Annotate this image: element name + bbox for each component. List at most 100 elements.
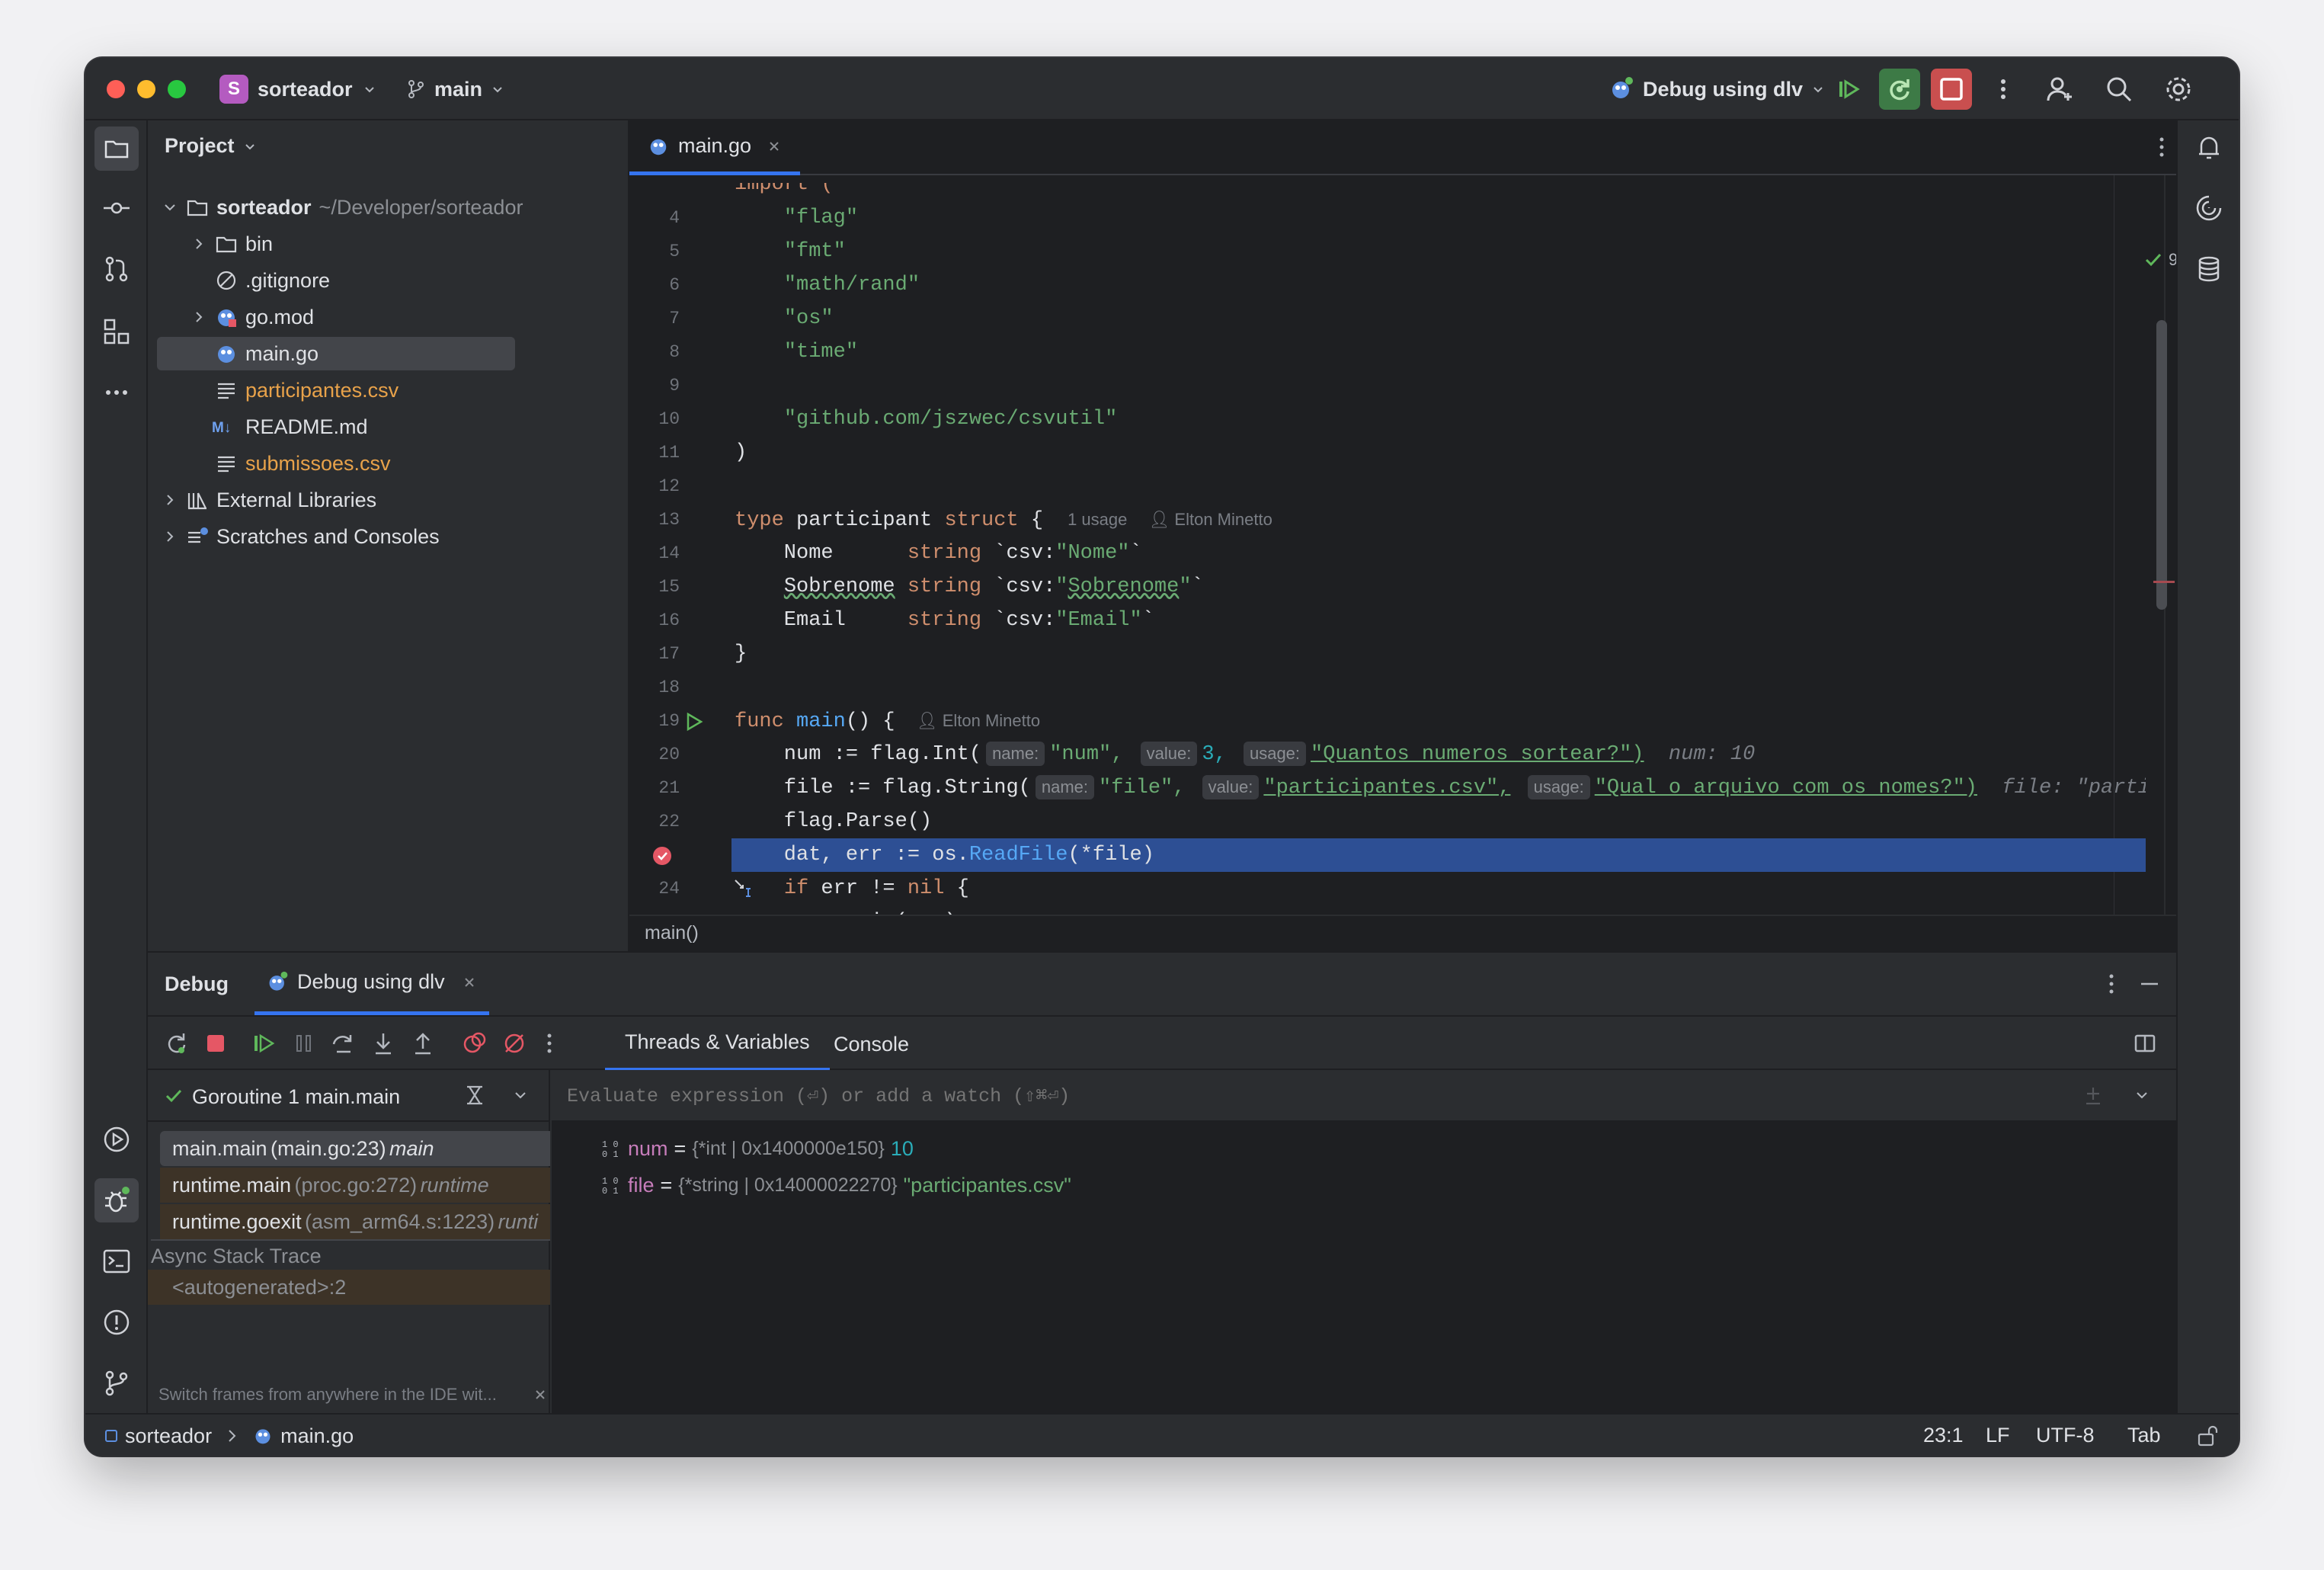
tab-threads-variables[interactable]: Threads & Variables xyxy=(605,1017,830,1072)
debug-bug-icon[interactable] xyxy=(94,1178,139,1222)
ai-assistant-icon[interactable] xyxy=(2194,194,2223,223)
stop-icon[interactable] xyxy=(1931,69,1972,110)
close-tab-icon[interactable] xyxy=(462,975,477,990)
tree-root[interactable]: sorteador ~/Developer/sorteador xyxy=(162,191,626,224)
debug-session-tab[interactable]: Debug using dlv xyxy=(254,953,489,1015)
breadcrumb-function[interactable]: main() xyxy=(645,922,699,944)
tree-item-main-go[interactable]: main.go xyxy=(157,337,515,370)
terminal-icon[interactable] xyxy=(102,1247,131,1276)
pull-requests-icon[interactable] xyxy=(102,255,131,284)
scratches-icon xyxy=(186,525,209,548)
maximize-window-button[interactable] xyxy=(168,80,186,98)
more-vertical-icon[interactable] xyxy=(2100,971,2123,997)
stop-icon[interactable] xyxy=(203,1030,229,1056)
tab-console[interactable]: Console xyxy=(818,1017,924,1072)
database-icon[interactable] xyxy=(2194,255,2223,284)
frame-row[interactable]: runtime.main (proc.go:272) runtime xyxy=(160,1168,550,1203)
close-window-button[interactable] xyxy=(107,80,125,98)
commit-icon[interactable] xyxy=(102,194,131,223)
line-number: 15 xyxy=(658,577,680,597)
run-gutter-icon[interactable] xyxy=(684,712,704,732)
author-hint[interactable]: 👤︎ Elton Minetto xyxy=(917,711,1040,730)
chevron-down-icon[interactable] xyxy=(2134,1087,2150,1104)
check-icon xyxy=(2144,251,2162,269)
close-tab-icon[interactable] xyxy=(767,139,782,154)
search-icon[interactable] xyxy=(2105,75,2134,104)
project-panel-header[interactable]: Project xyxy=(165,134,258,158)
title-bar: S sorteador main Debug using dlv xyxy=(85,58,2239,120)
frame-package: main xyxy=(389,1137,434,1160)
more-vertical-icon[interactable] xyxy=(2150,134,2173,160)
rerun-debug-icon[interactable] xyxy=(1879,69,1920,110)
status-indent[interactable]: Tab xyxy=(2127,1424,2161,1447)
breakpoint-icon[interactable] xyxy=(651,844,674,867)
tab-label: main.go xyxy=(678,134,752,157)
tree-item-external-libraries[interactable]: External Libraries xyxy=(162,483,376,517)
step-out-icon[interactable] xyxy=(410,1030,436,1056)
tab-main-go[interactable]: main.go xyxy=(629,120,801,175)
more-vertical-icon[interactable] xyxy=(1990,76,2016,102)
tree-item-readme[interactable]: M↓ README.md xyxy=(212,410,368,444)
code-line: "flag" xyxy=(783,207,859,229)
gopher-icon xyxy=(215,306,238,328)
step-over-icon[interactable] xyxy=(331,1030,357,1056)
frame-row[interactable]: main.main (main.go:23) main xyxy=(160,1131,550,1166)
minimize-panel-icon[interactable] xyxy=(2138,971,2161,997)
evaluate-expression-input[interactable] xyxy=(567,1079,2015,1113)
notifications-bell-icon[interactable] xyxy=(2194,133,2223,162)
add-watch-icon[interactable] xyxy=(2082,1084,2105,1107)
branch-name: main xyxy=(434,77,483,101)
status-encoding[interactable]: UTF-8 xyxy=(2036,1424,2095,1447)
tree-item-participantes[interactable]: participantes.csv xyxy=(215,373,399,407)
run-config-selector[interactable]: Debug using dlv xyxy=(1609,73,1826,105)
resume-icon[interactable] xyxy=(251,1030,277,1056)
code-area[interactable]: import ( 4 "flag" 5 "fmt" 6 "math/rand" … xyxy=(629,183,2146,915)
project-folder-icon[interactable] xyxy=(94,127,139,171)
tree-item-scratches[interactable]: Scratches and Consoles xyxy=(162,520,440,553)
unlock-icon[interactable] xyxy=(2196,1424,2219,1448)
layout-settings-icon[interactable] xyxy=(2132,1030,2158,1056)
author-hint[interactable]: 👤︎ Elton Minetto xyxy=(1148,510,1272,529)
run-icon[interactable] xyxy=(102,1125,131,1154)
tree-item-gitignore[interactable]: .gitignore xyxy=(215,264,330,297)
variable-type-icon: 1 00 1 xyxy=(600,1138,622,1159)
svg-text:1 0: 1 0 xyxy=(602,1176,619,1187)
settings-gear-icon[interactable] xyxy=(2164,75,2193,104)
folder-icon xyxy=(186,196,209,219)
status-caret-position[interactable]: 23:1 xyxy=(1923,1424,1964,1447)
pause-icon[interactable] xyxy=(291,1030,317,1056)
mute-breakpoints-icon[interactable] xyxy=(501,1030,527,1056)
code-line: "os" xyxy=(783,307,834,330)
more-vertical-icon[interactable] xyxy=(541,1030,558,1056)
tree-item-bin[interactable]: bin xyxy=(190,227,273,261)
more-horizontal-icon[interactable] xyxy=(102,378,131,407)
tree-item-submissoes[interactable]: submissoes.csv xyxy=(215,447,391,480)
rerun-icon[interactable] xyxy=(163,1030,189,1056)
step-into-icon[interactable] xyxy=(370,1030,396,1056)
filter-icon[interactable] xyxy=(463,1084,486,1107)
frame-row[interactable]: runtime.goexit (asm_arm64.s:1223) runti xyxy=(160,1204,550,1239)
close-hint-icon[interactable] xyxy=(533,1388,547,1402)
usage-hint[interactable]: 1 usage xyxy=(1061,508,1133,532)
add-user-icon[interactable] xyxy=(2045,75,2074,104)
project-switcher[interactable]: S sorteador xyxy=(219,73,377,105)
status-line-separator[interactable]: LF xyxy=(1986,1424,2010,1447)
tree-item-gomod[interactable]: go.mod xyxy=(190,300,314,334)
chevron-down-icon[interactable] xyxy=(512,1087,529,1104)
structure-icon[interactable] xyxy=(102,317,131,346)
line-number: 10 xyxy=(658,409,680,429)
goroutine-selector[interactable]: Goroutine 1 main.main xyxy=(148,1070,550,1122)
minimize-window-button[interactable] xyxy=(137,80,155,98)
view-breakpoints-icon[interactable] xyxy=(462,1030,488,1056)
variable-row-file[interactable]: 1 00 1 file = {*string | 0x14000022270} … xyxy=(600,1168,1071,1203)
variable-row-num[interactable]: 1 00 1 num = {*int | 0x1400000e150} 10 xyxy=(600,1131,914,1166)
vertical-scrollbar-thumb[interactable] xyxy=(2156,320,2167,610)
status-breadcrumb[interactable]: sorteador main.go xyxy=(105,1422,354,1450)
frame-row[interactable]: <autogenerated>:2 xyxy=(148,1270,550,1305)
resume-icon[interactable] xyxy=(1835,75,1864,104)
problems-icon[interactable] xyxy=(102,1308,131,1337)
git-icon[interactable] xyxy=(102,1369,131,1398)
branch-switcher[interactable]: main xyxy=(405,73,505,105)
variable-name: file xyxy=(628,1174,655,1197)
variable-type-icon: 1 00 1 xyxy=(600,1174,622,1196)
